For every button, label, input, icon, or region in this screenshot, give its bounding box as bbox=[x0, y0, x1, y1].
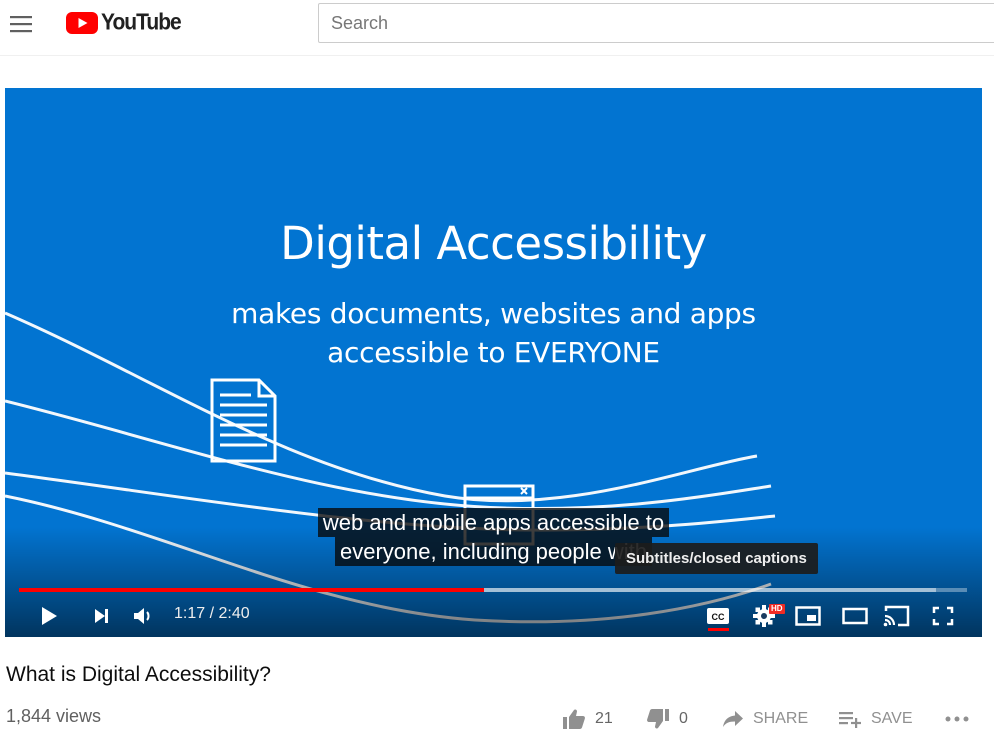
miniplayer-button[interactable] bbox=[793, 596, 823, 636]
thumbs-up-icon bbox=[563, 709, 585, 729]
theater-mode-button[interactable] bbox=[839, 596, 871, 636]
play-button[interactable] bbox=[35, 596, 63, 636]
volume-icon bbox=[134, 608, 150, 624]
share-label: SHARE bbox=[753, 710, 809, 727]
settings-button[interactable] bbox=[749, 596, 779, 636]
mute-button[interactable] bbox=[129, 596, 157, 636]
caption-line: web and mobile apps accessible to bbox=[317, 508, 670, 537]
video-title: What is Digital Accessibility? bbox=[6, 663, 271, 686]
slide-title: Digital Accessibility bbox=[280, 217, 707, 270]
miniplayer-icon bbox=[795, 606, 821, 626]
slide-subtitle-line: makes documents, websites and apps bbox=[231, 297, 756, 330]
slide-subtitle-line: accessible to EVERYONE bbox=[327, 336, 660, 369]
menu-icon[interactable] bbox=[6, 9, 36, 39]
save-button[interactable]: SAVE bbox=[838, 703, 913, 735]
thumbs-down-icon bbox=[647, 709, 669, 729]
view-count: 1,844 views bbox=[6, 706, 102, 726]
cast-button[interactable] bbox=[881, 596, 913, 636]
cast-icon bbox=[883, 605, 910, 627]
play-icon bbox=[42, 607, 57, 625]
masthead: YouTube bbox=[0, 0, 994, 56]
document-icon bbox=[210, 378, 277, 463]
youtube-logo[interactable]: YouTube bbox=[66, 9, 182, 36]
more-actions-button[interactable] bbox=[944, 703, 970, 735]
caption-window[interactable]: web and mobile apps accessible to everyo… bbox=[5, 508, 982, 566]
logo-wordmark: YouTube bbox=[101, 9, 182, 36]
player-controls: 1:17 / 2:40 CC HD bbox=[5, 596, 982, 636]
next-button[interactable] bbox=[87, 596, 115, 636]
share-button[interactable]: SHARE bbox=[722, 703, 808, 735]
svg-text:CC: CC bbox=[712, 612, 725, 622]
caption-line: everyone, including people with bbox=[335, 537, 652, 566]
skip-next-icon bbox=[95, 609, 108, 623]
hd-badge: HD bbox=[769, 604, 785, 614]
dislike-count: 0 bbox=[679, 710, 688, 727]
search-input[interactable] bbox=[318, 3, 994, 43]
video-player[interactable]: Digital Accessibility makes documents, w… bbox=[5, 88, 982, 637]
progress-played bbox=[19, 588, 484, 592]
progress-bar[interactable] bbox=[19, 588, 967, 592]
like-count: 21 bbox=[595, 710, 613, 727]
fullscreen-icon bbox=[932, 606, 954, 626]
slide-subtitle: makes documents, websites and apps acces… bbox=[5, 294, 982, 372]
dislike-button[interactable]: 0 bbox=[646, 703, 688, 735]
tooltip: Subtitles/closed captions bbox=[615, 543, 818, 574]
share-arrow-icon bbox=[723, 711, 743, 727]
like-button[interactable]: 21 bbox=[562, 703, 613, 735]
more-horizontal-icon bbox=[945, 716, 969, 722]
closed-captions-icon: CC bbox=[707, 608, 729, 624]
fullscreen-button[interactable] bbox=[928, 596, 958, 636]
save-label: SAVE bbox=[871, 710, 913, 727]
youtube-play-logo-icon bbox=[66, 12, 98, 34]
theater-mode-icon bbox=[842, 607, 868, 625]
playlist-add-icon bbox=[839, 712, 861, 728]
time-display: 1:17 / 2:40 bbox=[174, 605, 250, 622]
subtitles-active-indicator bbox=[708, 628, 729, 631]
